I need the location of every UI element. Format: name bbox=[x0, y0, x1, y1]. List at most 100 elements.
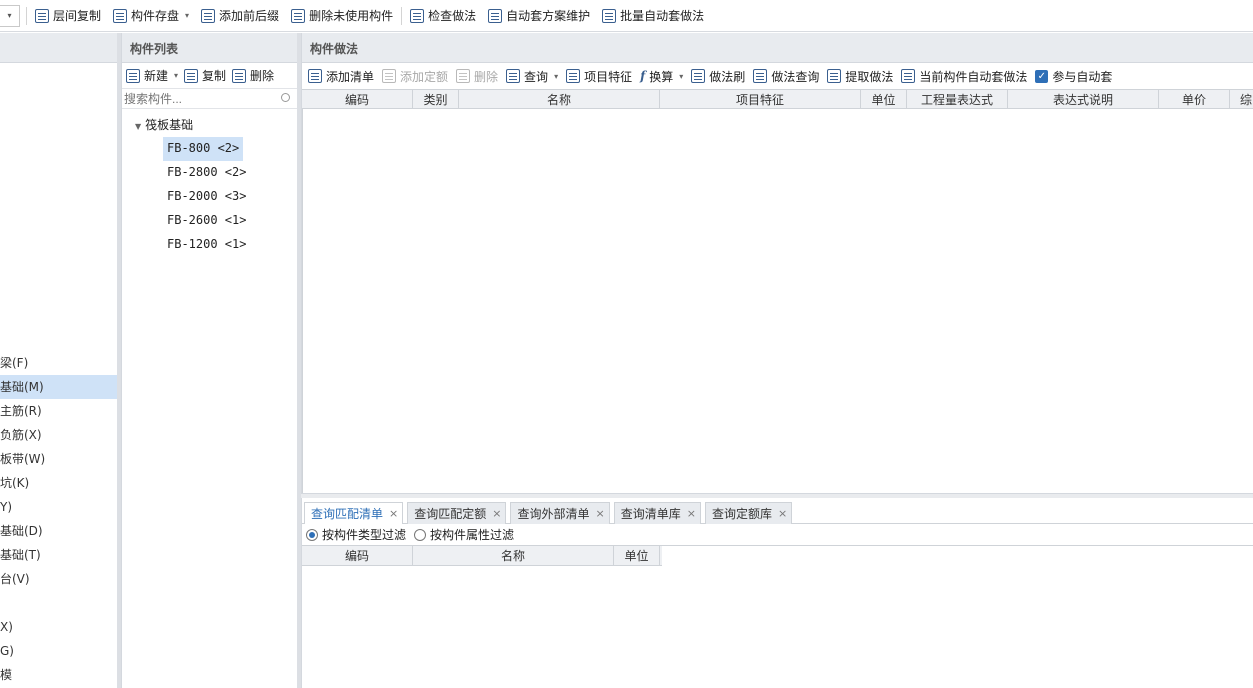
close-icon[interactable]: × bbox=[595, 503, 604, 525]
query-tab-label: 查询定额库 bbox=[711, 506, 772, 521]
item-feature-label: 项目特征 bbox=[584, 69, 633, 84]
component-item[interactable]: FB-2800 <2> bbox=[163, 161, 250, 185]
category-item[interactable]: X) bbox=[0, 615, 117, 639]
method-panel: 构件做法 添加清单 添加定额 删除 查询 ▾ 项目特征 f 换算 ▾ 做法刷 做法查询… bbox=[301, 33, 1253, 499]
floor-copy-button[interactable]: 层间复制 bbox=[29, 5, 107, 27]
extract-method-button[interactable]: 提取做法 bbox=[823, 65, 897, 87]
component-item[interactable]: FB-2600 <1> bbox=[163, 209, 250, 233]
batch-auto-method-button[interactable]: 批量自动套做法 bbox=[596, 5, 710, 27]
caret-down-icon[interactable]: ▼ bbox=[135, 122, 141, 131]
radio-unselected-icon[interactable] bbox=[414, 528, 427, 541]
component-save-button[interactable]: 构件存盘 ▾ bbox=[107, 5, 195, 27]
category-item[interactable]: 板带(W) bbox=[0, 447, 117, 471]
category-item[interactable]: 负筋(X) bbox=[0, 423, 117, 447]
participate-auto-label: 参与自动套 bbox=[1052, 69, 1113, 84]
convert-button[interactable]: f 换算 ▾ bbox=[636, 65, 687, 87]
chevron-down-icon[interactable]: ▾ bbox=[679, 72, 683, 81]
copy-label: 复制 bbox=[202, 69, 227, 83]
col-unit[interactable]: 单位 bbox=[861, 90, 907, 108]
component-item[interactable]: FB-1200 <1> bbox=[163, 233, 250, 257]
component-search-input[interactable] bbox=[122, 89, 297, 108]
close-icon[interactable]: × bbox=[778, 503, 787, 525]
category-item[interactable]: 坑(K) bbox=[0, 471, 117, 495]
category-item[interactable]: 基础(M) bbox=[0, 375, 117, 399]
add-list-button[interactable]: 添加清单 bbox=[304, 65, 378, 87]
delete-method-label: 删除 bbox=[474, 69, 499, 84]
method-brush-button[interactable]: 做法刷 bbox=[687, 65, 749, 87]
col-category[interactable]: 类别 bbox=[413, 90, 459, 108]
add-prefix-suffix-button[interactable]: 添加前后缀 bbox=[195, 5, 285, 27]
category-item[interactable]: Y) bbox=[0, 495, 117, 519]
copy-component-button[interactable]: 复制 bbox=[180, 65, 230, 87]
category-item[interactable]: 梁(F) bbox=[0, 351, 117, 375]
category-item[interactable]: G) bbox=[0, 639, 117, 663]
query-tab[interactable]: 查询清单库 × bbox=[613, 502, 701, 525]
search-icon[interactable] bbox=[281, 93, 290, 102]
auto-scheme-button[interactable]: 自动套方案维护 bbox=[482, 5, 596, 27]
method-brush-label: 做法刷 bbox=[709, 69, 746, 84]
query-tab[interactable]: 查询外部清单 × bbox=[510, 502, 610, 525]
brush-icon bbox=[691, 69, 706, 83]
batch-icon bbox=[602, 8, 617, 23]
category-item[interactable] bbox=[0, 591, 117, 615]
col-quantity-expr[interactable]: 工程量表达式 bbox=[907, 90, 1008, 108]
category-item[interactable]: 基础(T) bbox=[0, 543, 117, 567]
method-grid-body[interactable] bbox=[302, 109, 1253, 499]
participate-auto-checkbox[interactable]: ✓ 参与自动套 bbox=[1031, 65, 1116, 87]
query-grid-body[interactable] bbox=[302, 566, 1253, 686]
category-item[interactable]: 模 bbox=[0, 663, 117, 687]
tree-group-raft-foundation[interactable]: ▼ 筏板基础 bbox=[122, 113, 297, 137]
col-expr-desc[interactable]: 表达式说明 bbox=[1008, 90, 1159, 108]
filter-by-type-radio[interactable]: 按构件类型过滤 bbox=[306, 526, 406, 543]
delete-method-button[interactable]: 删除 bbox=[452, 65, 502, 87]
new-label: 新建 bbox=[144, 69, 169, 83]
component-search bbox=[122, 89, 297, 109]
new-component-button[interactable]: 新建 ▾ bbox=[124, 65, 180, 87]
chevron-down-icon[interactable]: ▾ bbox=[185, 11, 189, 20]
col-name[interactable]: 名称 bbox=[413, 546, 614, 565]
dropdown-stub[interactable]: ▾ bbox=[0, 4, 20, 27]
convert-label: 换算 bbox=[649, 69, 674, 84]
close-icon[interactable]: × bbox=[492, 503, 501, 525]
delete-list-icon bbox=[291, 8, 306, 23]
left-panel: 梁(F) 基础(M) 主筋(R) 负筋(X) 板带(W) 坑(K) Y) 基础(D) 基础(T)… bbox=[0, 33, 117, 688]
filter-by-attr-radio[interactable]: 按构件属性过滤 bbox=[414, 526, 514, 543]
add-quota-button[interactable]: 添加定额 bbox=[378, 65, 452, 87]
save-icon bbox=[113, 8, 128, 23]
col-unit-price[interactable]: 单价 bbox=[1159, 90, 1230, 108]
item-feature-button[interactable]: 项目特征 bbox=[562, 65, 636, 87]
query-grid-header: 编码 名称 单位 bbox=[302, 546, 662, 566]
add-prefix-suffix-label: 添加前后缀 bbox=[219, 9, 280, 23]
query-tab[interactable]: 查询匹配定额 × bbox=[407, 502, 507, 525]
col-composite[interactable]: 综 bbox=[1230, 90, 1253, 108]
chevron-down-icon[interactable]: ▾ bbox=[174, 71, 178, 80]
auto-method-icon bbox=[901, 69, 916, 83]
query-tab-label: 查询匹配定额 bbox=[414, 506, 487, 521]
col-unit[interactable]: 单位 bbox=[614, 546, 660, 565]
col-item-feature[interactable]: 项目特征 bbox=[660, 90, 861, 108]
category-item[interactable]: 主筋(R) bbox=[0, 399, 117, 423]
category-list: 梁(F) 基础(M) 主筋(R) 负筋(X) 板带(W) 坑(K) Y) 基础(D) 基础(T)… bbox=[0, 351, 117, 687]
query-tab[interactable]: 查询定额库 × bbox=[704, 502, 793, 525]
auto-method-button[interactable]: 当前构件自动套做法 bbox=[897, 65, 1031, 87]
chevron-down-icon[interactable]: ▾ bbox=[554, 72, 558, 81]
col-code[interactable]: 编码 bbox=[302, 90, 413, 108]
col-code[interactable]: 编码 bbox=[302, 546, 413, 565]
method-query-button[interactable]: 做法查询 bbox=[749, 65, 823, 87]
query-tab-label: 查询匹配清单 bbox=[311, 506, 384, 521]
close-icon[interactable]: × bbox=[389, 503, 398, 525]
radio-selected-icon[interactable] bbox=[306, 528, 318, 541]
delete-component-button[interactable]: 删除 bbox=[230, 65, 276, 87]
col-name[interactable]: 名称 bbox=[459, 90, 660, 108]
query-tab[interactable]: 查询匹配清单 × bbox=[304, 502, 404, 525]
close-icon[interactable]: × bbox=[687, 503, 696, 525]
category-item[interactable]: 基础(D) bbox=[0, 519, 117, 543]
query-button[interactable]: 查询 ▾ bbox=[502, 65, 562, 87]
check-method-button[interactable]: 检查做法 bbox=[404, 5, 482, 27]
category-item[interactable]: 台(V) bbox=[0, 567, 117, 591]
component-item[interactable]: FB-800 <2> bbox=[163, 137, 244, 161]
checkbox-checked-icon[interactable]: ✓ bbox=[1035, 69, 1049, 83]
component-item[interactable]: FB-2000 <3> bbox=[163, 185, 250, 209]
check-method-label: 检查做法 bbox=[428, 9, 477, 23]
delete-unused-button[interactable]: 删除未使用构件 bbox=[285, 5, 399, 27]
